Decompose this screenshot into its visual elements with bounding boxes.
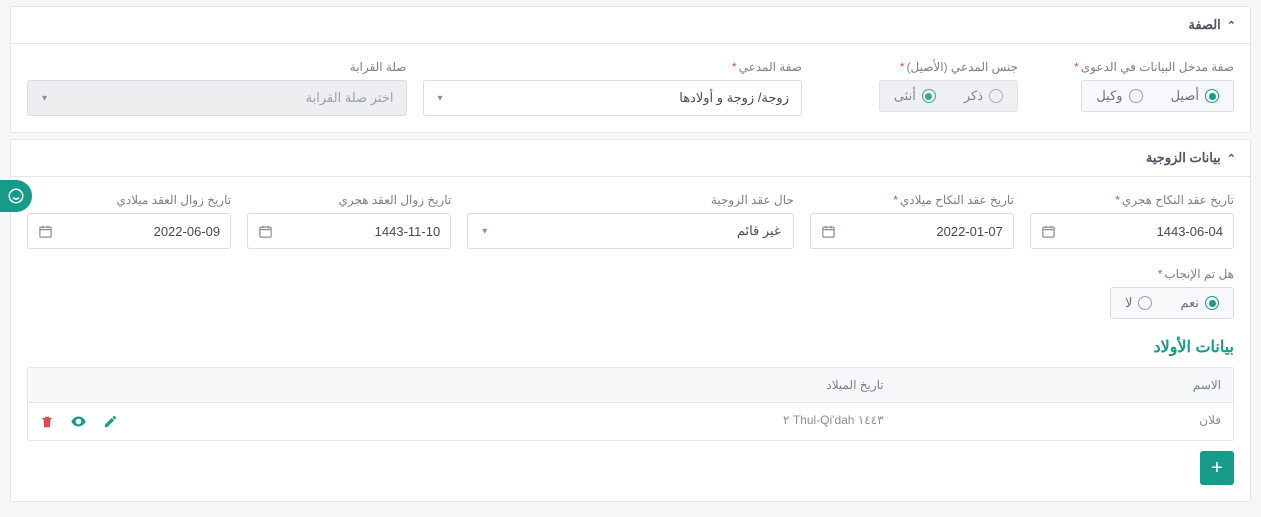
relationship-label: صلة القرابة (27, 60, 407, 74)
plaintiff-capacity-select[interactable]: زوجة/ زوجة و أولادها ▾ (423, 80, 803, 116)
radio-circle-icon (989, 89, 1003, 103)
dissolution-hijri-input[interactable]: 1443-11-10 (247, 213, 451, 249)
calendar-icon (38, 224, 53, 239)
data-entry-capacity-radios[interactable]: أصيل وكيل (1081, 80, 1234, 112)
radio-circle-icon (1138, 296, 1152, 310)
contract-status-select[interactable]: غير قائم ▾ (467, 213, 794, 249)
radio-circle-icon (1205, 89, 1219, 103)
col-name: الاسم (896, 368, 1233, 402)
plaintiff-gender-radios[interactable]: ذكر أنثى (879, 80, 1018, 112)
marriage-hijri-input[interactable]: 1443-06-04 (1030, 213, 1234, 249)
chevron-down-icon: ▾ (438, 93, 443, 104)
calendar-icon (1041, 224, 1056, 239)
col-dob: تاريخ الميلاد (293, 368, 896, 402)
female-radio[interactable]: أنثى (880, 81, 950, 111)
marriage-greg-input[interactable]: 2022-01-07 (810, 213, 1014, 249)
add-child-button[interactable]: + (1200, 451, 1234, 485)
dissolution-greg-input[interactable]: 2022-06-09 (27, 213, 231, 249)
chevron-up-icon: ⌃ (1227, 152, 1236, 165)
marriage-hijri-label: تاريخ عقد النكاح هجري* (1030, 193, 1234, 207)
capacity-panel-body: صفة مدخل البيانات في الدعوى* أصيل وكيل (11, 44, 1250, 132)
marital-panel-header[interactable]: ⌃ بيانات الزوجية (11, 140, 1250, 177)
marriage-greg-label: تاريخ عقد النكاح ميلادي* (810, 193, 1014, 207)
eye-icon[interactable] (70, 413, 87, 430)
children-yes-radio[interactable]: نعم (1166, 288, 1233, 318)
chevron-down-icon: ▾ (42, 93, 47, 104)
capacity-panel-header[interactable]: ⌃ الصفة (11, 7, 1250, 44)
chevron-down-icon: ▾ (482, 226, 487, 237)
children-table: الاسم تاريخ الميلاد فلان ١٤٤٣ Thul-Qi'da… (27, 367, 1234, 441)
marital-panel-title: بيانات الزوجية (1146, 150, 1221, 166)
plaintiff-gender-label: جنس المدعي (الأصيل)* (818, 60, 1018, 74)
has-children-radios[interactable]: نعم لا (1110, 287, 1234, 319)
contract-status-label: حال عقد الزوجية (467, 193, 794, 207)
capacity-panel-title: الصفة (1188, 17, 1220, 33)
capacity-panel: ⌃ الصفة صفة مدخل البيانات في الدعوى* أصي… (10, 6, 1251, 133)
child-name: فلان (896, 403, 1233, 440)
chevron-up-icon: ⌃ (1227, 19, 1236, 32)
radio-circle-icon (922, 89, 936, 103)
dissolution-hijri-label: تاريخ زوال العقد هجري (247, 193, 451, 207)
calendar-icon (821, 224, 836, 239)
calendar-icon (258, 224, 273, 239)
trash-icon[interactable] (40, 415, 54, 429)
relationship-select: اختر صلة القرابة ▾ (27, 80, 407, 116)
plus-icon: + (1211, 457, 1223, 480)
accessibility-badge[interactable] (0, 180, 32, 212)
dissolution-greg-label: تاريخ زوال العقد ميلادي (27, 193, 231, 207)
table-row: فلان ١٤٤٣ Thul-Qi'dah ٢ (28, 402, 1233, 440)
principal-radio[interactable]: أصيل (1157, 81, 1233, 111)
radio-circle-icon (1205, 296, 1219, 310)
data-entry-capacity-label: صفة مدخل البيانات في الدعوى* (1034, 60, 1234, 74)
agent-radio[interactable]: وكيل (1082, 81, 1156, 111)
marital-panel: ⌃ بيانات الزوجية تاريخ عقد النكاح هجري* … (10, 139, 1251, 502)
children-table-header: الاسم تاريخ الميلاد (28, 368, 1233, 402)
plaintiff-capacity-label: صفة المدعي* (423, 60, 803, 74)
male-radio[interactable]: ذكر (950, 81, 1017, 111)
radio-circle-icon (1129, 89, 1143, 103)
child-dob: ١٤٤٣ Thul-Qi'dah ٢ (293, 403, 896, 440)
col-actions (28, 368, 293, 402)
edit-icon[interactable] (103, 414, 118, 429)
marital-panel-body: تاريخ عقد النكاح هجري* 1443-06-04 تاريخ … (11, 177, 1250, 501)
children-section-title: بيانات الأولاد (27, 337, 1234, 357)
children-no-radio[interactable]: لا (1111, 288, 1166, 318)
has-children-label: هل تم الإنجاب* (27, 267, 1234, 281)
